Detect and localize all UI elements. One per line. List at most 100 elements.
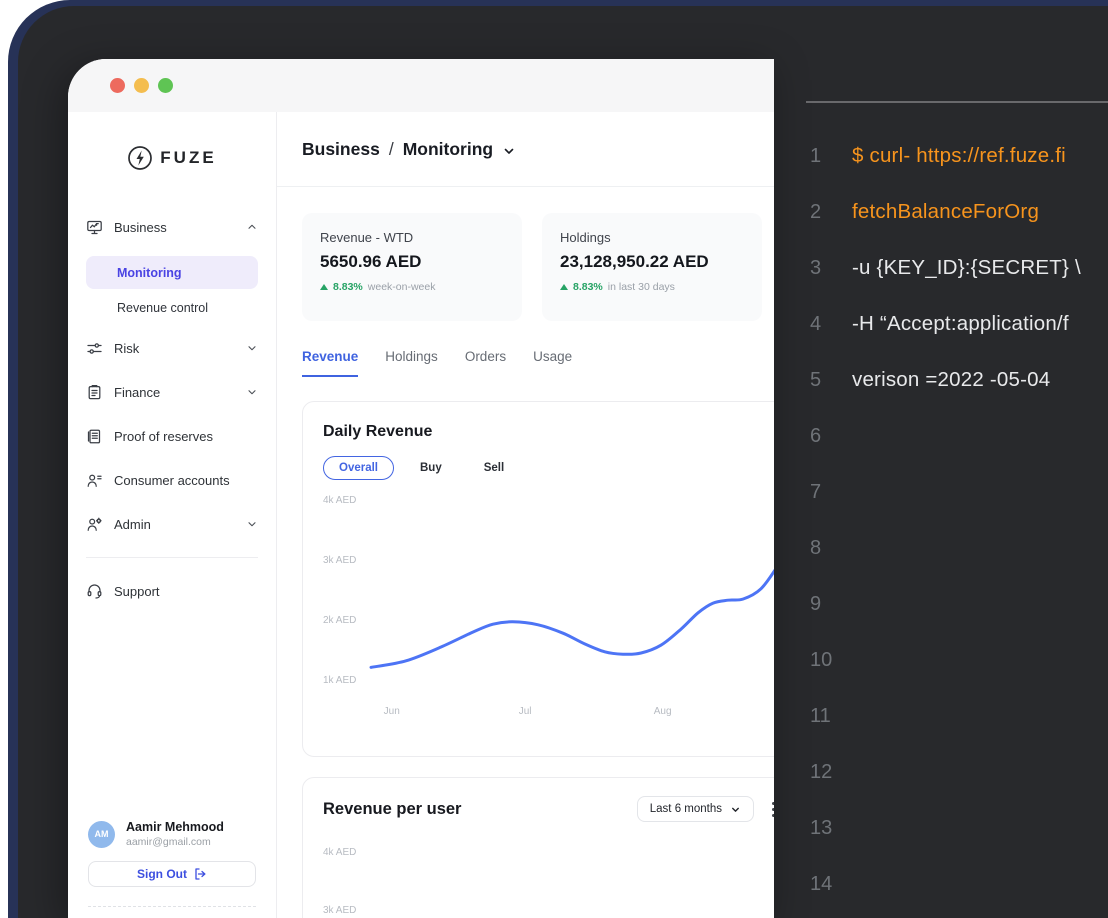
logo-wordmark: FUZE	[160, 148, 216, 168]
sidebar-item-proof-of-reserves[interactable]: Proof of reserves	[86, 421, 258, 451]
window-titlebar	[68, 59, 774, 112]
stat-label: Holdings	[560, 230, 744, 245]
main-pane: Business / Monitoring Revenue - WTD 5650…	[277, 112, 774, 918]
filter-pill-overall[interactable]: Overall	[323, 456, 394, 480]
tab-orders[interactable]: Orders	[465, 349, 506, 377]
chevron-up-icon	[246, 221, 258, 233]
y-axis-tick: 4k AED	[323, 495, 356, 506]
y-axis-tick: 2k AED	[323, 615, 356, 626]
code-line: 7	[810, 464, 1108, 520]
sidebar-item-admin[interactable]: Admin	[86, 509, 258, 539]
breadcrumb-item-monitoring[interactable]: Monitoring	[403, 139, 493, 160]
sign-out-button[interactable]: Sign Out	[88, 861, 256, 887]
code-line: 1$ curl- https://ref.fuze.fi	[810, 128, 1108, 184]
code-line: 13	[810, 800, 1108, 856]
traffic-light-minimize-icon[interactable]	[134, 78, 149, 93]
kebab-menu-icon[interactable]	[772, 802, 774, 817]
sidebar-item-label: Admin	[114, 517, 235, 532]
code-snippet: 1$ curl- https://ref.fuze.fi2fetchBalanc…	[810, 128, 1108, 912]
code-line: 14	[810, 856, 1108, 912]
sidebar-nav: Business Monitoring Revenue control Risk Fin…	[68, 212, 276, 606]
lightning-bolt-icon	[127, 145, 153, 171]
avatar: AM	[88, 821, 115, 848]
code-line-text: -u {KEY_ID}:{SECRET} \	[852, 256, 1081, 280]
sign-out-label: Sign Out	[137, 867, 187, 881]
code-line-number: 9	[810, 593, 840, 616]
chevron-down-icon[interactable]	[502, 144, 516, 158]
code-panel-divider	[806, 101, 1108, 103]
revenue-line-series	[371, 544, 774, 668]
page: { "colors": { "navy_frame": "#273257", "…	[0, 0, 1108, 918]
delta-percent: 8.83%	[333, 281, 363, 293]
tab-usage[interactable]: Usage	[533, 349, 572, 377]
user-name: Aamir Mehmood	[126, 820, 224, 834]
breadcrumb-item-business[interactable]: Business	[302, 139, 380, 160]
monitoring-content: Revenue - WTD 5650.96 AED 8.83% week-on-…	[277, 187, 774, 918]
chevron-down-icon	[246, 342, 258, 354]
traffic-light-close-icon[interactable]	[110, 78, 125, 93]
code-line-text: verison =2022 -05-04	[852, 368, 1050, 392]
sidebar-item-consumer-accounts[interactable]: Consumer accounts	[86, 465, 258, 495]
delta-up-icon	[320, 284, 328, 290]
code-line-number: 12	[810, 761, 840, 784]
stat-value: 23,128,950.22 AED	[560, 252, 744, 272]
sidebar-subitem-monitoring[interactable]: Monitoring	[86, 256, 258, 289]
traffic-light-zoom-icon[interactable]	[158, 78, 173, 93]
y-axis-tick: 4k AED	[323, 847, 774, 858]
code-line-number: 7	[810, 481, 840, 504]
sidebar-item-label: Proof of reserves	[114, 429, 258, 444]
code-line-number: 11	[810, 705, 840, 728]
stat-value: 5650.96 AED	[320, 252, 504, 272]
filter-pill-buy[interactable]: Buy	[404, 456, 458, 480]
sidebar-item-business[interactable]: Business	[86, 212, 258, 242]
sidebar: FUZE Business Monitoring Revenue control Ri…	[68, 112, 277, 918]
window-body: FUZE Business Monitoring Revenue control Ri…	[68, 112, 774, 918]
stat-card-revenue-wtd: Revenue - WTD 5650.96 AED 8.83% week-on-…	[302, 213, 522, 321]
risk-sliders-icon	[86, 340, 103, 357]
code-line: 11	[810, 688, 1108, 744]
y-axis-tick: 3k AED	[323, 905, 774, 916]
x-axis-tick: Aug	[654, 706, 672, 717]
chevron-down-icon	[246, 386, 258, 398]
admin-user-gear-icon	[86, 516, 103, 533]
section-tabs: Revenue Holdings Orders Usage	[302, 349, 774, 377]
user-email: aamir@gmail.com	[126, 836, 224, 848]
daily-revenue-title: Daily Revenue	[323, 423, 774, 441]
daily-revenue-line-chart: 4k AED3k AED2k AED1k AEDJunJulAug	[323, 486, 774, 726]
headset-icon	[86, 583, 103, 600]
code-line: 5verison =2022 -05-04	[810, 352, 1108, 408]
sidebar-item-label: Finance	[114, 385, 235, 400]
sidebar-item-label: Risk	[114, 341, 235, 356]
range-select-value: Last 6 months	[650, 803, 722, 815]
code-line-number: 3	[810, 257, 840, 280]
code-line: 9	[810, 576, 1108, 632]
delta-note: week-on-week	[368, 281, 436, 293]
code-line-number: 6	[810, 425, 840, 448]
sidebar-divider	[86, 557, 258, 558]
sidebar-item-label: Support	[114, 584, 258, 599]
revenue-per-user-card: Revenue per user Last 6 months 4k AED 3k…	[302, 777, 774, 918]
stats-row: Revenue - WTD 5650.96 AED 8.83% week-on-…	[302, 213, 774, 321]
daily-revenue-card: Daily Revenue Overall Buy Sell 4k AED 3k AE…	[302, 401, 774, 757]
x-axis-tick: Jul	[519, 706, 532, 717]
code-line: 3 -u {KEY_ID}:{SECRET} \	[810, 240, 1108, 296]
code-line-number: 13	[810, 817, 840, 840]
sidebar-subitem-revenue-control[interactable]: Revenue control	[86, 293, 258, 323]
tab-holdings[interactable]: Holdings	[385, 349, 438, 377]
code-line: 8	[810, 520, 1108, 576]
sidebar-item-support[interactable]: Support	[86, 576, 258, 606]
user-row: AM Aamir Mehmood aamir@gmail.com	[88, 820, 256, 848]
delta-note: in last 30 days	[608, 281, 675, 293]
sidebar-item-risk[interactable]: Risk	[86, 333, 258, 363]
sidebar-bottom-divider	[88, 906, 256, 918]
tab-revenue[interactable]: Revenue	[302, 349, 358, 377]
code-line-text: fetchBalanceForOrg	[852, 200, 1039, 224]
sidebar-item-finance[interactable]: Finance	[86, 377, 258, 407]
range-select-button[interactable]: Last 6 months	[637, 796, 754, 822]
filter-pill-sell[interactable]: Sell	[468, 456, 520, 480]
breadcrumb: Business / Monitoring	[277, 112, 774, 187]
code-line: 10	[810, 632, 1108, 688]
chevron-down-icon	[730, 804, 741, 815]
dashboard-window: FUZE Business Monitoring Revenue control Ri…	[68, 59, 774, 918]
y-axis-tick: 3k AED	[323, 555, 356, 566]
